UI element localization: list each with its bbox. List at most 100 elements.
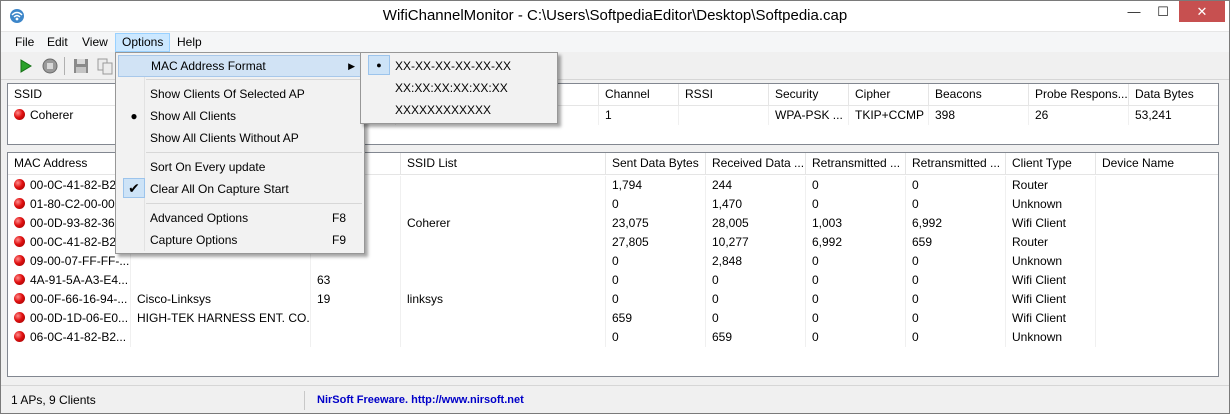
status-dot-icon xyxy=(14,236,25,247)
table-row[interactable]: 00-0D-1D-06-E0... HIGH-TEK HARNESS ENT. C… xyxy=(8,309,1218,328)
options-menu: MAC Address Format ▶ Show Clients Of Sel… xyxy=(115,52,365,254)
table-cell xyxy=(1096,252,1218,271)
column-header[interactable]: Device Name xyxy=(1096,153,1218,175)
menu-item-mac-plain-format[interactable]: XXXXXXXXXXXX xyxy=(363,99,557,121)
menu-bar: File Edit View Options Help xyxy=(1,32,1229,52)
menu-help[interactable]: Help xyxy=(171,33,208,52)
close-button[interactable]: ✕ xyxy=(1179,1,1225,22)
table-cell xyxy=(1096,290,1218,309)
menu-separator xyxy=(146,152,362,153)
cell-text: 00-0D-1D-06-E0... xyxy=(30,311,129,325)
column-header[interactable]: SSID xyxy=(8,84,116,106)
table-row[interactable]: 00-0F-66-16-94-... Cisco-Linksys 19 linksys… xyxy=(8,290,1218,309)
column-header[interactable]: Beacons xyxy=(929,84,1029,106)
table-cell: Wifi Client xyxy=(1006,309,1096,328)
menu-item-label: Show Clients Of Selected AP xyxy=(150,87,305,101)
column-header[interactable]: Cipher xyxy=(849,84,929,106)
menu-item-label: Show All Clients xyxy=(150,109,237,123)
mac-address-cell: 4A-91-5A-A3-E4... xyxy=(8,271,131,290)
column-header[interactable]: Data Bytes xyxy=(1129,84,1218,106)
column-header[interactable]: Client Type xyxy=(1006,153,1096,175)
table-cell: 0 xyxy=(906,252,1006,271)
cell-text: 00-0F-66-16-94-... xyxy=(30,292,128,306)
menu-options[interactable]: Options xyxy=(115,33,171,52)
column-header[interactable]: Channel xyxy=(599,84,679,106)
column-header[interactable]: Retransmitted ... xyxy=(806,153,906,175)
menu-separator xyxy=(146,79,362,80)
table-cell: 26 xyxy=(1029,106,1129,125)
menu-item-advanced-options[interactable]: Advanced Options F8 xyxy=(118,207,364,229)
menu-item-capture-options[interactable]: Capture Options F9 xyxy=(118,229,364,251)
table-cell: 398 xyxy=(929,106,1029,125)
table-cell: 0 xyxy=(906,290,1006,309)
play-icon[interactable] xyxy=(15,56,35,76)
status-dot-icon xyxy=(14,293,25,304)
table-cell xyxy=(1096,328,1218,347)
copy-icon[interactable] xyxy=(95,56,115,76)
table-cell xyxy=(311,252,401,271)
ssid-cell: Coherer xyxy=(8,106,116,125)
menu-item-label: MAC Address Format xyxy=(151,59,266,73)
submenu-arrow-icon: ▶ xyxy=(348,61,355,71)
table-cell: 0 xyxy=(906,195,1006,214)
cell-text: 09-00-07-FF-FF-... xyxy=(30,254,130,268)
cell-text: 00-0C-41-82-B2 xyxy=(30,178,117,192)
column-header[interactable]: MAC Address xyxy=(8,153,131,175)
column-header[interactable]: Retransmitted ... xyxy=(906,153,1006,175)
table-cell xyxy=(401,271,606,290)
column-header[interactable]: Received Data ... xyxy=(706,153,806,175)
menu-file[interactable]: File xyxy=(9,33,40,52)
table-row[interactable]: 09-00-07-FF-FF-... 0 2,848 0 0 Unknown xyxy=(8,252,1218,271)
mac-address-cell: 01-80-C2-00-00 xyxy=(8,195,131,214)
table-cell: 0 xyxy=(906,328,1006,347)
maximize-button[interactable]: ☐ xyxy=(1149,1,1177,22)
table-row[interactable]: 06-0C-41-82-B2... 0 659 0 0 Unknown xyxy=(8,328,1218,347)
table-cell: 0 xyxy=(806,195,906,214)
column-header[interactable]: Sent Data Bytes xyxy=(606,153,706,175)
column-header[interactable]: Security xyxy=(769,84,849,106)
minimize-button[interactable]: — xyxy=(1119,1,1149,22)
status-dot-icon xyxy=(14,109,25,120)
menu-item-label: XX-XX-XX-XX-XX-XX xyxy=(395,59,512,73)
menu-item-mac-colon-format[interactable]: XX:XX:XX:XX:XX:XX xyxy=(363,77,557,99)
table-cell: 53,241 xyxy=(1129,106,1218,125)
menu-item-show-all-clients[interactable]: ● Show All Clients xyxy=(118,105,364,127)
menu-item-show-clients-without-ap[interactable]: Show All Clients Without AP xyxy=(118,127,364,149)
table-row[interactable]: 4A-91-5A-A3-E4... 63 0 0 0 0 Wifi Client xyxy=(8,271,1218,290)
table-cell xyxy=(1096,309,1218,328)
status-dot-icon xyxy=(14,217,25,228)
table-cell: WPA-PSK ... xyxy=(769,106,849,125)
table-cell: 0 xyxy=(906,309,1006,328)
menu-item-label: Advanced Options xyxy=(150,211,249,225)
nirsoft-link[interactable]: NirSoft Freeware. http://www.nirsoft.net xyxy=(317,391,524,410)
table-cell: 0 xyxy=(806,252,906,271)
column-header[interactable]: SSID List xyxy=(401,153,606,175)
title-bar[interactable]: WifiChannelMonitor - C:\Users\SoftpediaE… xyxy=(1,1,1229,32)
toolbar-separator xyxy=(64,57,65,75)
table-cell: 659 xyxy=(906,233,1006,252)
table-cell: Unknown xyxy=(1006,328,1096,347)
table-cell: 0 xyxy=(806,309,906,328)
mac-address-cell: 00-0D-93-82-36 xyxy=(8,214,131,233)
column-header[interactable]: Probe Respons... xyxy=(1029,84,1129,106)
menu-item-mac-dash-format[interactable]: ● XX-XX-XX-XX-XX-XX xyxy=(363,55,557,77)
table-cell: 1 xyxy=(599,106,679,125)
cell-text: 06-0C-41-82-B2... xyxy=(30,330,127,344)
menu-item-mac-address-format[interactable]: MAC Address Format ▶ xyxy=(118,55,364,77)
menu-item-label: XXXXXXXXXXXX xyxy=(395,103,492,117)
menu-item-show-clients-selected-ap[interactable]: Show Clients Of Selected AP xyxy=(118,83,364,105)
table-cell xyxy=(401,176,606,195)
table-cell: 27,805 xyxy=(606,233,706,252)
menu-item-label: XX:XX:XX:XX:XX:XX xyxy=(395,81,508,95)
table-cell: 0 xyxy=(906,271,1006,290)
table-cell: 0 xyxy=(606,252,706,271)
stop-icon[interactable] xyxy=(40,56,60,76)
column-header[interactable]: RSSI xyxy=(679,84,769,106)
menu-item-sort-on-update[interactable]: Sort On Every update xyxy=(118,156,364,178)
save-icon[interactable] xyxy=(71,56,91,76)
menu-item-clear-on-capture-start[interactable]: ✔ Clear All On Capture Start xyxy=(118,178,364,200)
menu-edit[interactable]: Edit xyxy=(41,33,74,52)
menu-view[interactable]: View xyxy=(76,33,114,52)
menu-item-shortcut: F8 xyxy=(331,211,346,225)
table-cell: 244 xyxy=(706,176,806,195)
